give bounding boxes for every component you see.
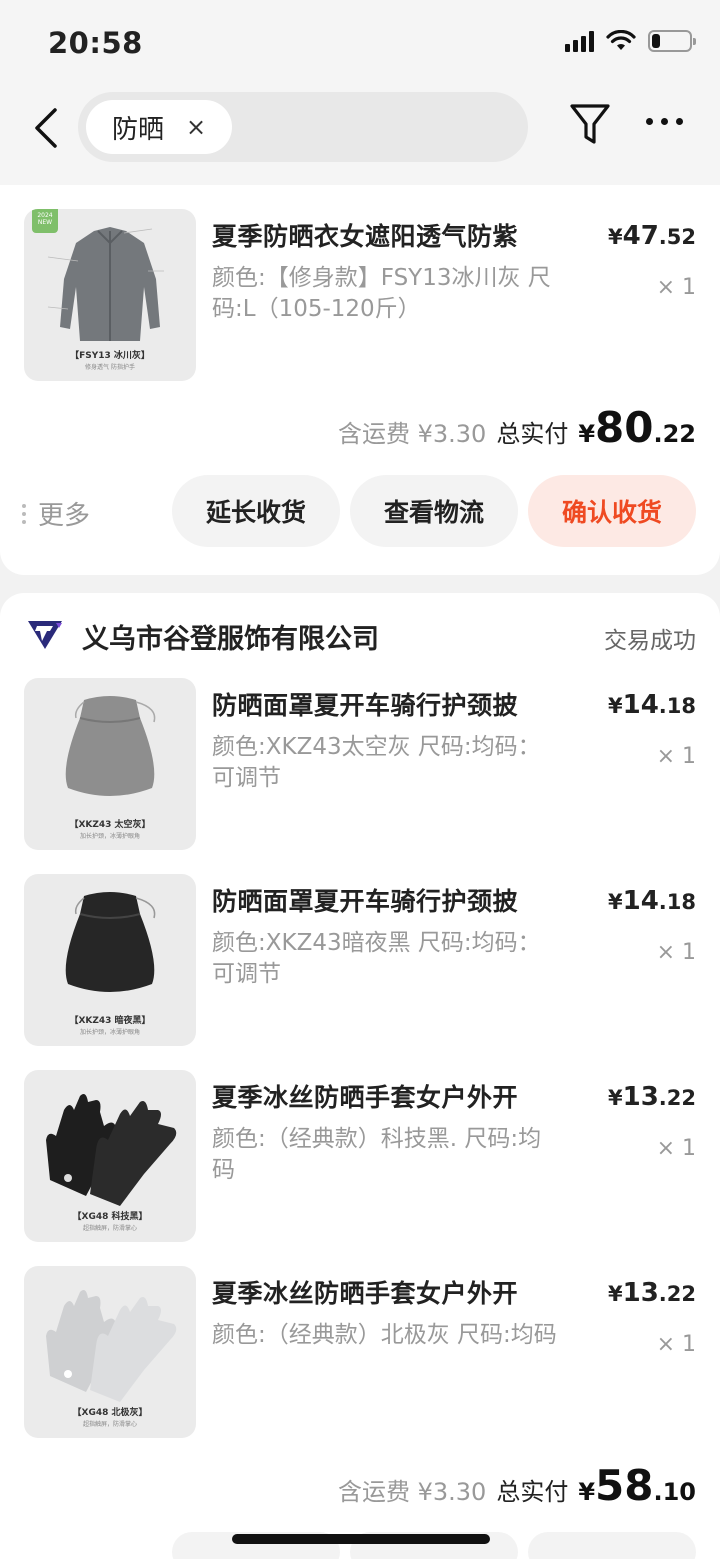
vertical-dots-icon bbox=[22, 503, 26, 524]
order-item[interactable]: 2024 NEW 【FSY13 冰川灰】 修身透气 防指护手 夏季防晒衣女遮阳透… bbox=[0, 209, 720, 384]
order-status: 交易成功 bbox=[604, 628, 696, 654]
thumb-caption: 【XKZ43 太空灰】 bbox=[69, 820, 151, 830]
item-title[interactable]: 防晒面罩夏开车骑行护颈披 bbox=[212, 686, 518, 722]
shop-header[interactable]: 义乌市谷登服饰有限公司 交易成功 bbox=[0, 615, 720, 659]
item-quantity: × 1 bbox=[656, 1332, 696, 1357]
status-icons bbox=[565, 30, 696, 52]
item-spec: 颜色:（经典款）北极灰 尺码:均码 bbox=[212, 1322, 557, 1348]
thumb-subcaption: 加长护颈，冰薄护眼角 bbox=[79, 1029, 140, 1036]
extend-receipt-button[interactable]: 延长收货 bbox=[172, 475, 340, 547]
product-thumbnail[interactable]: 【XG48 北极灰】 超指触屏，防滑掌心 bbox=[24, 1266, 196, 1438]
battery-icon bbox=[648, 30, 696, 52]
item-title[interactable]: 防晒面罩夏开车骑行护颈披 bbox=[212, 882, 518, 918]
order-total: 含运费 ¥3.30 总实付 ¥80.22 bbox=[338, 403, 696, 452]
order-item[interactable]: 【XG48 科技黑】 超指触屏，防滑掌心 夏季冰丝防晒手套女户外开 颜色:（经典… bbox=[0, 1070, 720, 1245]
cellular-signal-icon bbox=[565, 30, 594, 52]
wifi-icon bbox=[606, 30, 636, 50]
thumb-caption: 【XG48 北极灰】 bbox=[72, 1408, 148, 1418]
more-options-button[interactable] bbox=[646, 118, 683, 125]
item-spec: 颜色:（经典款）科技黑. 尺码:均码 bbox=[212, 1126, 542, 1183]
item-spec: 颜色:【修身款】FSY13冰川灰 尺码:L（105-120斤） bbox=[212, 265, 551, 322]
status-bar: 20:58 bbox=[0, 0, 720, 90]
item-price: ¥13.22 bbox=[607, 1082, 696, 1112]
item-title[interactable]: 夏季防晒衣女遮阳透气防紫 bbox=[212, 217, 518, 253]
paid-amount: ¥58.10 bbox=[578, 1461, 696, 1510]
order-actions: 更多 延长收货 查看物流 确认收货 bbox=[0, 475, 720, 547]
more-label: 更多 bbox=[38, 501, 91, 531]
paid-label: 总实付 bbox=[496, 420, 569, 448]
order-item[interactable]: 【XG48 北极灰】 超指触屏，防滑掌心 夏季冰丝防晒手套女户外开 颜色:（经典… bbox=[0, 1266, 720, 1441]
shop-logo-icon bbox=[28, 621, 62, 649]
status-time: 20:58 bbox=[48, 26, 143, 60]
filter-icon bbox=[570, 104, 610, 144]
search-keyword-chip[interactable]: 防晒 × bbox=[86, 100, 233, 154]
thumb-subcaption: 超指触屏，防滑掌心 bbox=[82, 1225, 137, 1232]
item-spec: 颜色:XKZ43太空灰 尺码:均码：可调节 bbox=[212, 734, 541, 791]
order-total: 含运费 ¥3.30 总实付 ¥58.10 bbox=[338, 1461, 696, 1510]
item-price: ¥13.22 bbox=[607, 1278, 696, 1308]
thumb-subcaption: 修身透气 防指护手 bbox=[85, 364, 135, 371]
product-thumbnail[interactable]: 【XG48 科技黑】 超指触屏，防滑掌心 bbox=[24, 1070, 196, 1242]
product-thumbnail[interactable]: 【XKZ43 太空灰】 加长护颈，冰薄护眼角 bbox=[24, 678, 196, 850]
thumb-caption: 【XG48 科技黑】 bbox=[72, 1212, 148, 1222]
home-indicator[interactable] bbox=[232, 1534, 490, 1544]
thumb-caption: 【XKZ43 暗夜黑】 bbox=[69, 1016, 151, 1026]
order-card: 2024 NEW 【FSY13 冰川灰】 修身透气 防指护手 夏季防晒衣女遮阳透… bbox=[0, 185, 720, 575]
item-title[interactable]: 夏季冰丝防晒手套女户外开 bbox=[212, 1274, 518, 1310]
clear-keyword-icon[interactable]: × bbox=[186, 113, 206, 141]
product-thumbnail[interactable]: 【XKZ43 暗夜黑】 加长护颈，冰薄护眼角 bbox=[24, 874, 196, 1046]
freight-label: 含运费 ¥3.30 bbox=[337, 420, 487, 448]
item-quantity: × 1 bbox=[656, 1136, 696, 1161]
product-thumbnail[interactable]: 2024 NEW 【FSY13 冰川灰】 修身透气 防指护手 bbox=[24, 209, 196, 381]
freight-label: 含运费 ¥3.30 bbox=[337, 1478, 487, 1506]
item-spec: 颜色:XKZ43暗夜黑 尺码:均码：可调节 bbox=[212, 930, 541, 987]
search-box[interactable]: 防晒 × bbox=[78, 92, 528, 162]
thumb-subcaption: 加长护颈，冰薄护眼角 bbox=[79, 833, 140, 840]
item-title[interactable]: 夏季冰丝防晒手套女户外开 bbox=[212, 1078, 518, 1114]
thumb-subcaption: 超指触屏，防滑掌心 bbox=[82, 1421, 137, 1428]
action-button-partial[interactable] bbox=[528, 1532, 696, 1559]
chevron-left-icon bbox=[35, 108, 57, 148]
shop-name[interactable]: 义乌市谷登服饰有限公司 bbox=[82, 617, 379, 656]
order-item[interactable]: 【XKZ43 暗夜黑】 加长护颈，冰薄护眼角 防晒面罩夏开车骑行护颈披 颜色:X… bbox=[0, 874, 720, 1049]
item-quantity: × 1 bbox=[656, 275, 696, 300]
thumb-caption: 【FSY13 冰川灰】 bbox=[70, 351, 150, 361]
item-quantity: × 1 bbox=[656, 744, 696, 769]
order-item[interactable]: 【XKZ43 太空灰】 加长护颈，冰薄护眼角 防晒面罩夏开车骑行护颈披 颜色:X… bbox=[0, 678, 720, 853]
search-keyword: 防晒 bbox=[112, 114, 165, 145]
back-button[interactable] bbox=[26, 106, 66, 150]
view-logistics-button[interactable]: 查看物流 bbox=[350, 475, 518, 547]
item-price: ¥14.18 bbox=[607, 886, 696, 916]
more-actions-link[interactable]: 更多 bbox=[22, 495, 90, 532]
order-card: 义乌市谷登服饰有限公司 交易成功 【XKZ43 太空灰】 加长护颈，冰薄护眼角 … bbox=[0, 593, 720, 1559]
item-quantity: × 1 bbox=[656, 940, 696, 965]
item-price: ¥47.52 bbox=[607, 221, 696, 251]
confirm-receipt-button[interactable]: 确认收货 bbox=[528, 475, 696, 547]
filter-button[interactable] bbox=[568, 102, 612, 148]
paid-amount: ¥80.22 bbox=[578, 403, 696, 452]
item-price: ¥14.18 bbox=[607, 690, 696, 720]
paid-label: 总实付 bbox=[496, 1478, 569, 1506]
nav-bar: 防晒 × bbox=[0, 90, 720, 185]
